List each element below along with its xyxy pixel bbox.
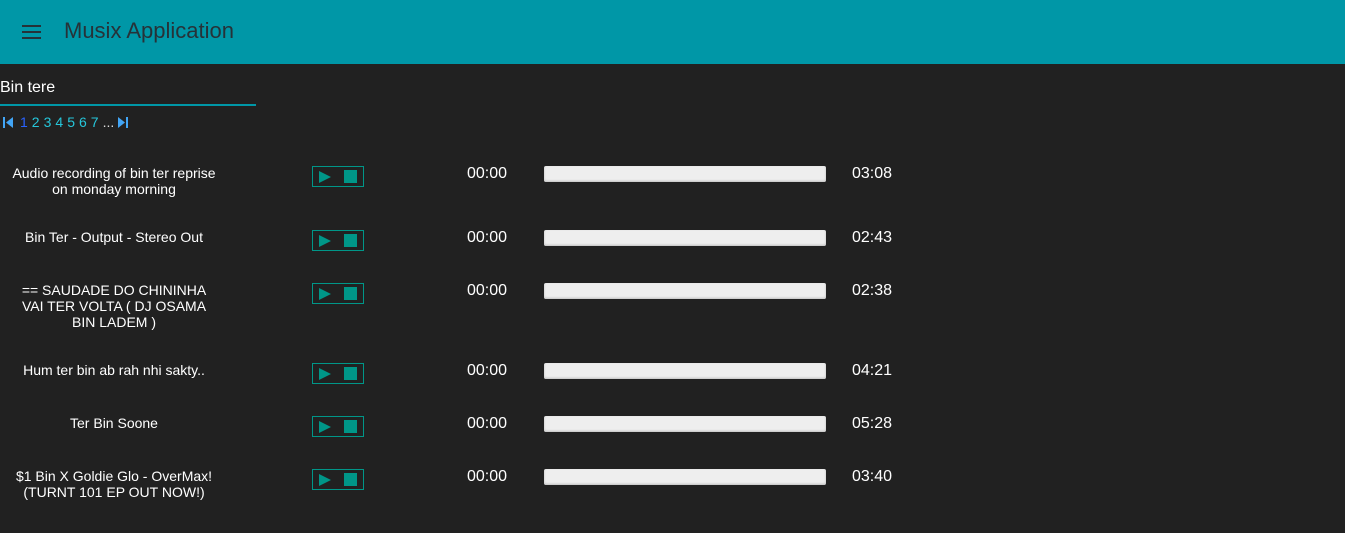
track-title: Bin Ter - Output - Stereo Out (25, 229, 203, 245)
track-duration: 02:43 (852, 229, 893, 246)
last-page-icon[interactable] (117, 116, 129, 129)
track-title: == SAUDADE DO CHININHA VAI TER VOLTA ( D… (21, 282, 207, 330)
pagination: 1234567 ... (3, 114, 129, 130)
player-controls (312, 469, 364, 490)
track-title: $1 Bin X Goldie Glo - OverMax! (TURNT 10… (15, 468, 213, 500)
pagination-ellipsis: ... (102, 114, 115, 130)
progress-bar[interactable] (544, 166, 826, 182)
play-icon[interactable] (318, 287, 332, 301)
player-controls (312, 363, 364, 384)
search-input[interactable] (0, 74, 250, 102)
current-time: 00:00 (467, 282, 508, 299)
hamburger-menu-icon[interactable] (20, 20, 44, 44)
current-time: 00:00 (467, 229, 508, 246)
progress-bar[interactable] (544, 230, 826, 246)
play-icon[interactable] (318, 234, 332, 248)
current-time: 00:00 (467, 165, 508, 182)
track-duration: 04:21 (852, 362, 893, 379)
progress-bar[interactable] (544, 469, 826, 485)
app-toolbar: Musix Application (0, 0, 1345, 64)
track-duration: 03:08 (852, 165, 893, 182)
first-page-icon[interactable] (3, 116, 14, 129)
track-title: Ter Bin Soone (70, 415, 158, 431)
page-link-7[interactable]: 7 (91, 114, 99, 130)
player-controls (312, 416, 364, 437)
track-duration: 02:38 (852, 282, 893, 299)
player-controls (312, 283, 364, 304)
track-duration: 03:40 (852, 468, 893, 485)
play-icon[interactable] (318, 420, 332, 434)
progress-bar[interactable] (544, 363, 826, 379)
track-duration: 05:28 (852, 415, 893, 432)
page-link-3[interactable]: 3 (44, 114, 52, 130)
stop-icon[interactable] (344, 473, 357, 486)
play-icon[interactable] (318, 367, 332, 381)
progress-bar[interactable] (544, 416, 826, 432)
player-controls (312, 166, 364, 187)
page-link-2[interactable]: 2 (32, 114, 40, 130)
track-title: Hum ter bin ab rah nhi sakty.. (23, 362, 205, 378)
page-link-4[interactable]: 4 (55, 114, 63, 130)
stop-icon[interactable] (344, 234, 357, 247)
stop-icon[interactable] (344, 287, 357, 300)
stop-icon[interactable] (344, 420, 357, 433)
track-title: Audio recording of bin ter reprise on mo… (12, 165, 216, 197)
stop-icon[interactable] (344, 170, 357, 183)
page-link-1[interactable]: 1 (20, 114, 28, 130)
stop-icon[interactable] (344, 367, 357, 380)
progress-bar[interactable] (544, 283, 826, 299)
page-link-6[interactable]: 6 (79, 114, 87, 130)
play-icon[interactable] (318, 170, 332, 184)
pagination-pages: 1234567 (18, 114, 101, 130)
page-link-5[interactable]: 5 (67, 114, 75, 130)
player-controls (312, 230, 364, 251)
app-title: Musix Application (64, 18, 234, 43)
current-time: 00:00 (467, 362, 508, 379)
search-field (0, 72, 256, 106)
current-time: 00:00 (467, 415, 508, 432)
current-time: 00:00 (467, 468, 508, 485)
play-icon[interactable] (318, 473, 332, 487)
